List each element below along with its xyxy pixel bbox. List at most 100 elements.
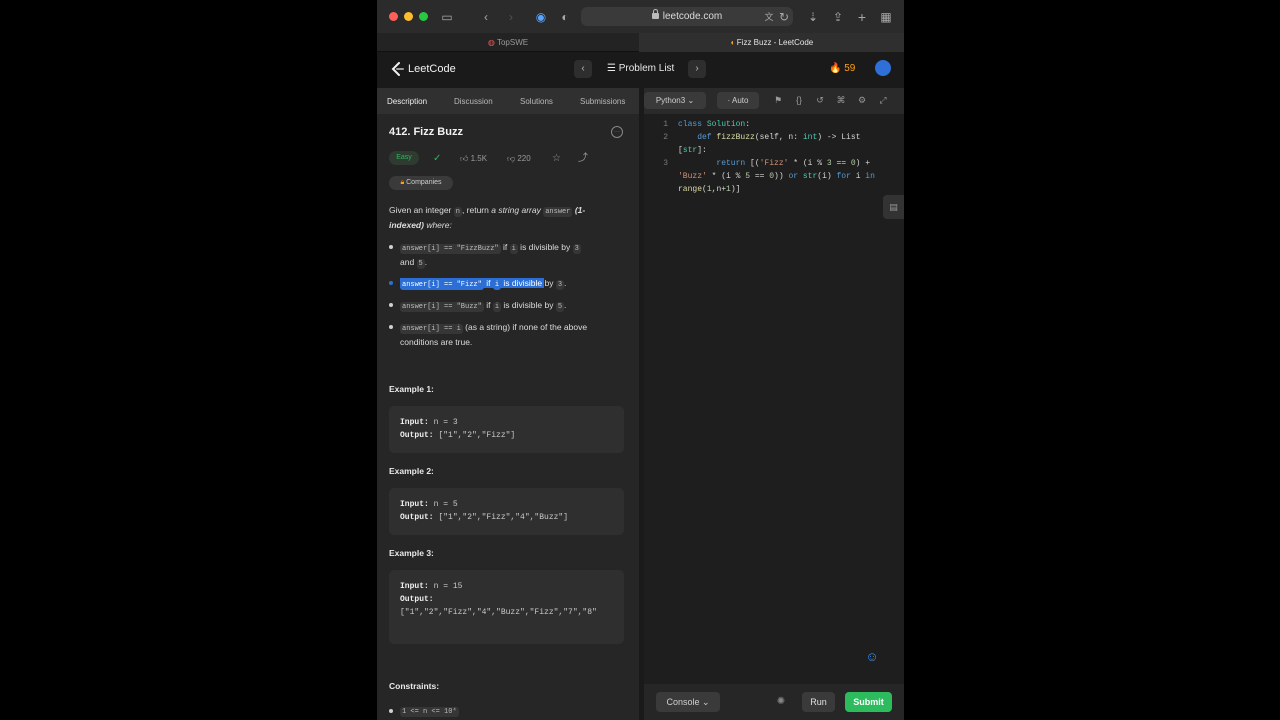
- run-button[interactable]: Run: [802, 692, 835, 712]
- shortcut-icon[interactable]: ⌘: [834, 93, 848, 107]
- translate-icon[interactable]: 文: [761, 9, 777, 25]
- companies-tag[interactable]: 🔒︎ Companies: [389, 176, 453, 190]
- language-select[interactable]: Python3 ⌄: [644, 92, 706, 109]
- inline-code: 3: [572, 244, 581, 254]
- rule-text: and: [400, 257, 417, 267]
- rule-text: is divisible: [501, 278, 545, 288]
- browser-tab-fizzbuzz[interactable]: ◖ Fizz Buzz - LeetCode: [639, 33, 904, 52]
- zoom-window-button[interactable]: [419, 12, 428, 21]
- extension-icon[interactable]: ◉: [533, 9, 549, 25]
- companies-label: Companies: [406, 179, 442, 186]
- intro-emphasis: (1-: [574, 205, 586, 215]
- tab-discussion[interactable]: Discussion: [454, 88, 493, 114]
- streak-counter[interactable]: 🔥 59: [829, 61, 855, 77]
- rule-text: if: [483, 278, 493, 288]
- braces-icon[interactable]: {}: [792, 93, 806, 107]
- tab-solutions[interactable]: Solutions: [520, 88, 553, 114]
- like-count: 1.5K: [470, 154, 488, 163]
- rule-text: .: [424, 257, 428, 267]
- bullet-dot: [389, 245, 393, 249]
- download-icon[interactable]: ⇣: [805, 9, 821, 25]
- input-label: Input:: [400, 582, 429, 591]
- editor-panel: Python3 ⌄ · Auto ⚑ {} ↺ ⌘ ⚙ ⤢ 1 class So…: [644, 88, 904, 720]
- line-number: 2: [663, 133, 668, 142]
- dislike-button[interactable]: 👎︎ 220: [507, 152, 531, 165]
- shield-icon[interactable]: ◐: [557, 9, 573, 25]
- tab-submissions[interactable]: Submissions: [580, 88, 625, 114]
- intro-emphasis: a string array: [491, 205, 541, 215]
- new-tab-icon[interactable]: +: [854, 9, 870, 25]
- leetcode-logo[interactable]: LeetCode: [391, 61, 456, 77]
- debug-icon[interactable]: ✺: [774, 695, 788, 709]
- constraints-heading: Constraints:: [389, 681, 440, 691]
- constraint-item: 1 <= n <= 10⁴: [400, 704, 459, 719]
- rule-buzz: answer[i] == "Buzz" if i is divisible by…: [400, 299, 625, 314]
- browser-tab-bar: ◍ TopSWE ◖ Fizz Buzz - LeetCode: [377, 33, 904, 52]
- feedback-icon[interactable]: ☺: [862, 647, 882, 667]
- problem-title: 412. Fizz Buzz: [389, 126, 463, 138]
- streak-count: 59: [844, 63, 856, 74]
- rule-fizzbuzz: answer[i] == "FizzBuzz" if i is divisibl…: [400, 241, 625, 271]
- reset-icon[interactable]: ↺: [813, 93, 827, 107]
- share-icon[interactable]: ⇪: [830, 9, 846, 25]
- tab-overview-icon[interactable]: ▦: [878, 9, 894, 25]
- like-button[interactable]: 👍︎ 1.5K: [460, 152, 487, 165]
- inline-code: answer[i] == "FizzBuzz": [400, 244, 501, 254]
- more-options-icon[interactable]: ···: [611, 126, 623, 138]
- code-line: def fizzBuzz(self, n: int) -> List: [697, 133, 861, 142]
- minimize-window-button[interactable]: [404, 12, 413, 21]
- output-label: Output:: [400, 431, 434, 440]
- rule-text: .: [564, 300, 567, 310]
- bookmark-icon[interactable]: ⚑: [771, 93, 785, 107]
- leetcode-logo-icon: [391, 62, 404, 76]
- rule-number: answer[i] == i (as a string) if none of …: [400, 321, 630, 349]
- close-window-button[interactable]: [389, 12, 398, 21]
- inline-code: i: [492, 280, 502, 290]
- output-value: ["1","2","Fizz"]: [433, 431, 516, 440]
- back-icon[interactable]: ‹: [478, 9, 494, 25]
- code-line: [str]:: [678, 146, 707, 155]
- intro-text: Given an integer: [389, 205, 454, 215]
- inline-code: i: [492, 302, 502, 312]
- inline-code: answer[i] == "Fizz": [400, 280, 484, 290]
- share-problem-icon[interactable]: ⤴: [578, 152, 588, 165]
- inline-code: 5: [416, 259, 425, 269]
- bullet-dot: [389, 281, 393, 285]
- auto-mode-button[interactable]: · Auto: [717, 92, 759, 109]
- code-line: return [('Fizz' * (i % 3 == 0) +: [716, 159, 871, 168]
- browser-tab-topswe[interactable]: ◍ TopSWE: [377, 33, 639, 52]
- next-problem-button[interactable]: ›: [688, 60, 706, 78]
- sidebar-icon[interactable]: ▭: [439, 9, 455, 25]
- gear-icon[interactable]: ⚙: [855, 93, 869, 107]
- forward-icon[interactable]: ›: [503, 9, 519, 25]
- reload-icon[interactable]: ↻: [776, 9, 792, 25]
- inline-code: 1 <= n <= 10⁴: [400, 707, 459, 717]
- output-label: Output:: [400, 595, 434, 604]
- notes-side-tab[interactable]: ▤: [883, 195, 904, 219]
- prev-problem-button[interactable]: ‹: [574, 60, 592, 78]
- star-icon[interactable]: ☆: [552, 152, 561, 165]
- browser-window: ▭ ‹ › ◉ ◐ leetcode.com 文 ↻ ⇣ ⇪ + ▦ ◍ Top…: [377, 0, 904, 720]
- line-number: 1: [663, 120, 668, 129]
- input-label: Input:: [400, 418, 429, 427]
- inline-code: answer[i] == "Buzz": [400, 302, 484, 312]
- left-tab-bar: Description Discussion Solutions Submiss…: [377, 88, 639, 114]
- list-icon: ☰: [607, 63, 619, 74]
- example-3-box: Input: n = 15 Output: ["1","2","Fizz","4…: [389, 570, 624, 644]
- inline-code: n: [453, 207, 462, 217]
- avatar[interactable]: [875, 60, 891, 76]
- problem-list-label: Problem List: [618, 63, 675, 74]
- problem-list-button[interactable]: ☰ Problem List: [607, 61, 674, 77]
- rule-text: is divisible by: [517, 242, 573, 252]
- submit-button[interactable]: Submit: [845, 692, 892, 712]
- tab-description[interactable]: Description: [387, 88, 427, 114]
- rule-text: if: [483, 300, 493, 310]
- console-button[interactable]: Console ⌄: [656, 692, 720, 712]
- code-line: class Solution:: [678, 120, 751, 129]
- example-2-heading: Example 2:: [389, 466, 434, 476]
- thumbs-up-icon: 👍︎: [460, 154, 471, 163]
- rule-fizz: answer[i] == "Fizz" if i is divisible by…: [400, 277, 625, 292]
- bullet-dot: [389, 325, 393, 329]
- rule-text: conditions are true.: [400, 337, 473, 347]
- expand-icon[interactable]: ⤢: [876, 93, 890, 107]
